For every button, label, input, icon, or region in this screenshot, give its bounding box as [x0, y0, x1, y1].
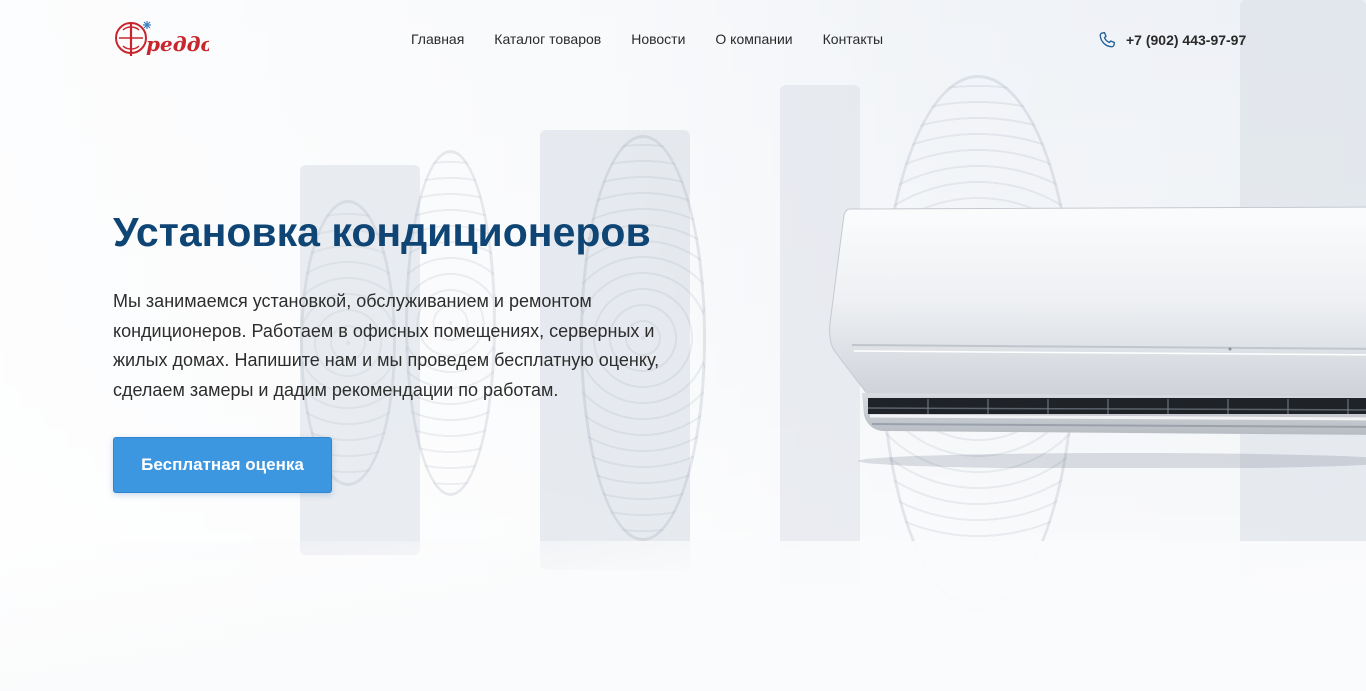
nav-item-contacts[interactable]: Контакты	[823, 31, 883, 47]
header-phone[interactable]: +7 (902) 443-97-97	[1097, 30, 1246, 50]
free-estimate-button[interactable]: Бесплатная оценка	[113, 437, 332, 493]
nav-item-news[interactable]: Новости	[631, 31, 685, 47]
main-nav: Главная Каталог товаров Новости О компан…	[411, 31, 913, 47]
nav-item-about[interactable]: О компании	[715, 31, 792, 47]
brand-logo[interactable]: реддо	[113, 16, 214, 62]
phone-number[interactable]: +7 (902) 443-97-97	[1126, 32, 1246, 48]
hero-title: Установка кондиционеров	[113, 209, 651, 255]
air-conditioner-image	[829, 206, 1366, 468]
logo-wordmark: реддо	[146, 32, 209, 56]
nav-item-home[interactable]: Главная	[411, 31, 464, 47]
hero-description: Мы занимаемся установкой, обслуживанием …	[113, 291, 660, 400]
phone-icon	[1099, 31, 1115, 48]
site-header: реддо Главная Каталог товаров Новости О …	[0, 0, 1366, 80]
freddo-logo-icon: реддо	[115, 21, 214, 56]
nav-item-catalog[interactable]: Каталог товаров	[494, 31, 601, 47]
